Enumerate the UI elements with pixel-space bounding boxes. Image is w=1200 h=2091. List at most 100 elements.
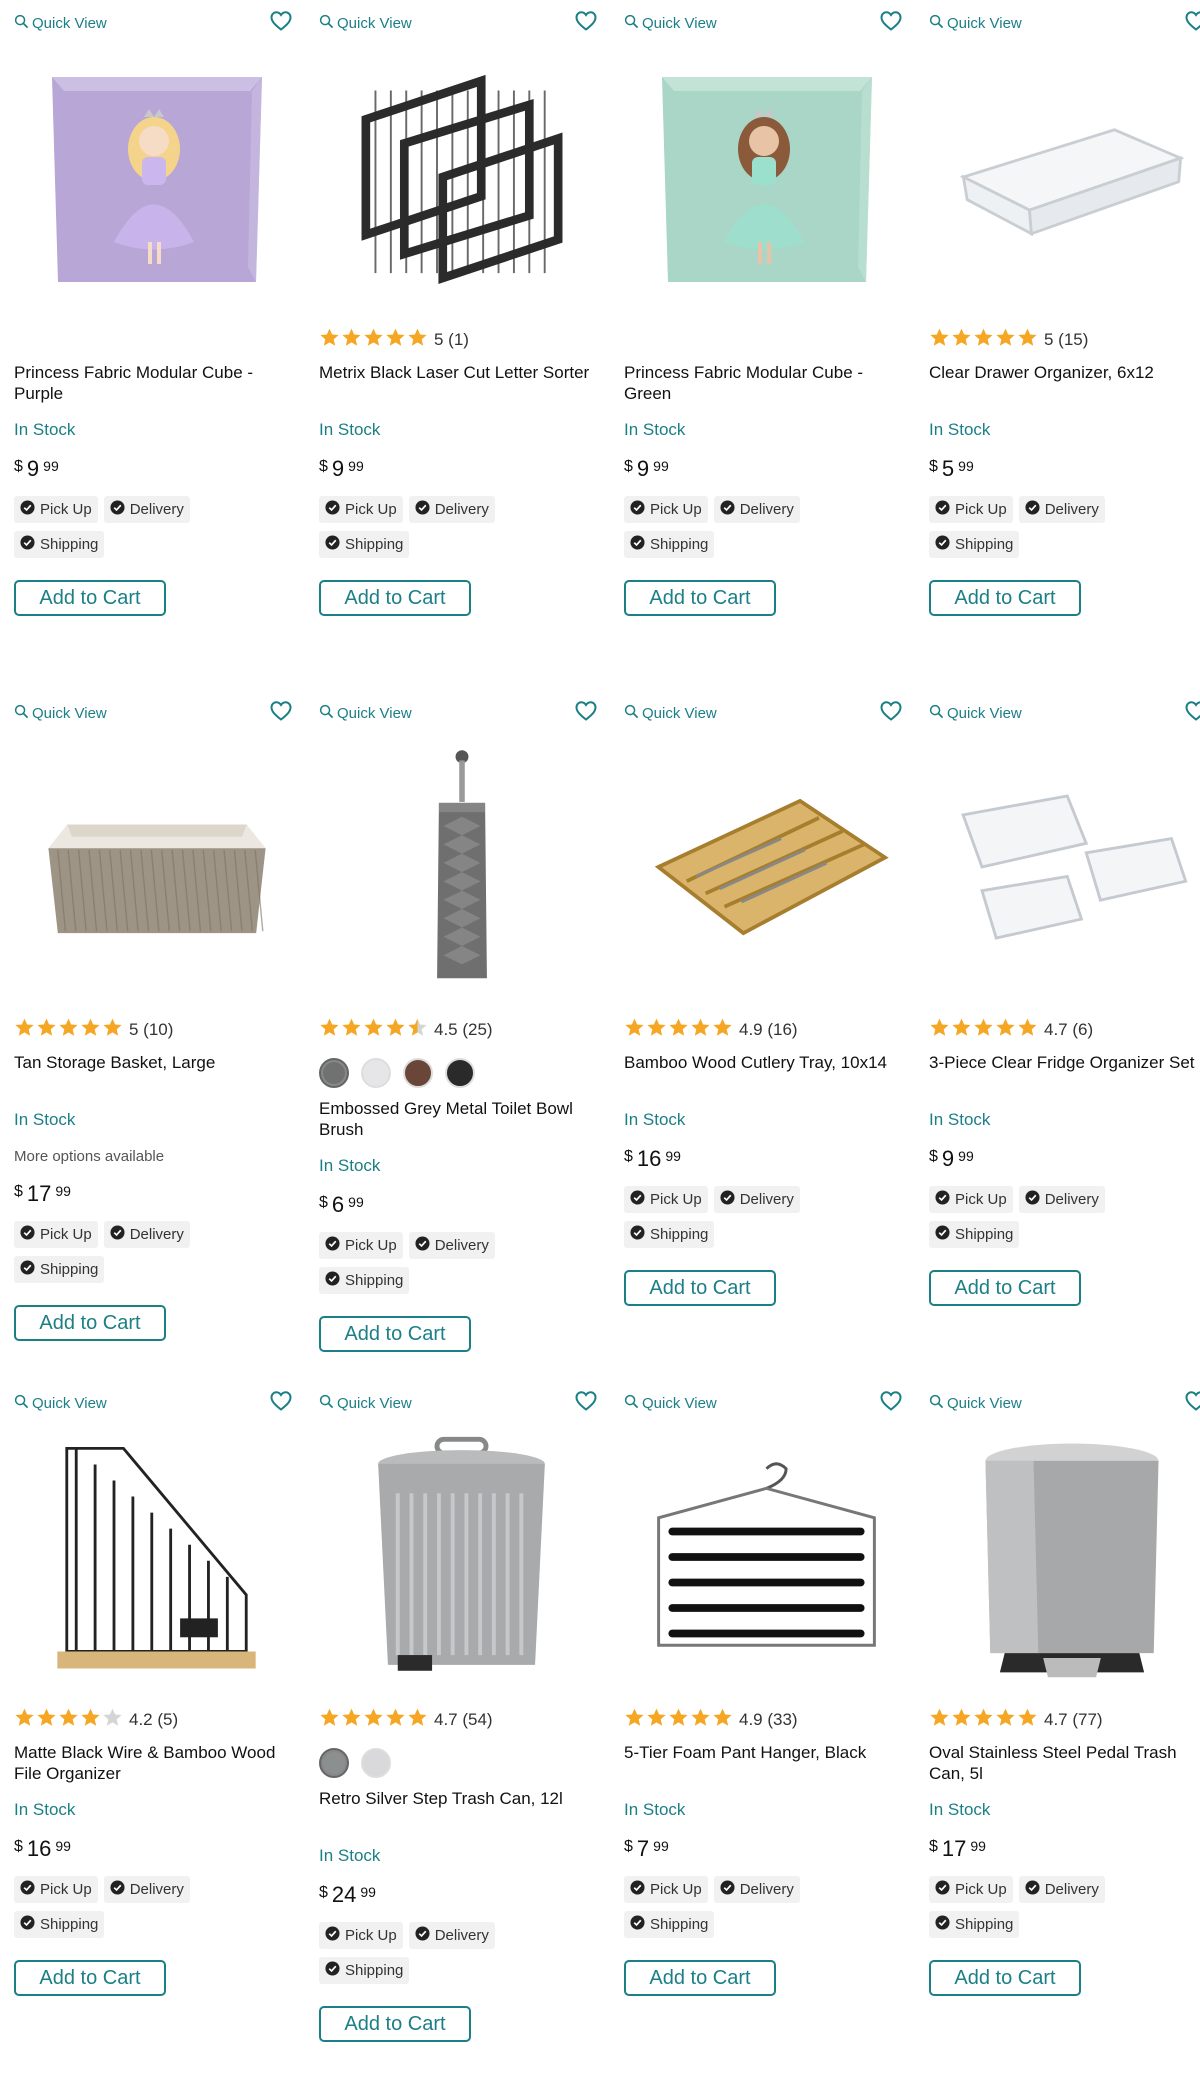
add-to-cart-button[interactable]: Add to Cart <box>319 1316 471 1352</box>
price-currency: $ <box>319 1884 328 1901</box>
shipping-badge: Shipping <box>929 1911 1020 1938</box>
product-title[interactable]: Bamboo Wood Cutlery Tray, 10x14 <box>624 1052 909 1094</box>
color-swatch[interactable] <box>361 1058 391 1088</box>
price-cents: 99 <box>360 1884 376 1900</box>
quick-view-link[interactable]: Quick View <box>624 1394 717 1413</box>
wishlist-heart-icon[interactable] <box>879 9 909 38</box>
delivery-badge-label: Delivery <box>434 501 489 518</box>
check-circle-icon <box>20 1880 35 1899</box>
shipping-badge-label: Shipping <box>650 1226 709 1243</box>
rating: 4.7 (77) <box>929 1706 1200 1734</box>
price-cents: 99 <box>348 458 364 474</box>
add-to-cart-button[interactable]: Add to Cart <box>929 1270 1081 1306</box>
color-swatch[interactable] <box>403 1058 433 1088</box>
price-dollars: 5 <box>941 456 955 481</box>
clear-drawer-organizer-image[interactable] <box>929 42 1200 312</box>
wishlist-heart-icon[interactable] <box>879 1389 909 1418</box>
product-title[interactable]: Matte Black Wire & Bamboo Wood File Orga… <box>14 1742 299 1784</box>
purple-princess-cube-image[interactable] <box>14 42 299 312</box>
file-organizer-image[interactable] <box>14 1422 299 1692</box>
search-icon <box>624 14 639 33</box>
star-icon <box>363 327 384 353</box>
step-trash-can-image[interactable] <box>319 1422 604 1692</box>
star-rating <box>929 1017 1038 1043</box>
add-to-cart-button[interactable]: Add to Cart <box>14 580 166 616</box>
pickup-badge-label: Pick Up <box>345 501 397 518</box>
product-title[interactable]: Metrix Black Laser Cut Letter Sorter <box>319 362 604 404</box>
wishlist-heart-icon[interactable] <box>269 1389 299 1418</box>
star-icon <box>319 1017 340 1043</box>
pedal-trash-can-image[interactable] <box>929 1422 1200 1692</box>
wishlist-heart-icon[interactable] <box>1184 9 1200 38</box>
star-rating <box>14 1707 123 1733</box>
wishlist-heart-icon[interactable] <box>574 9 604 38</box>
quick-view-link[interactable]: Quick View <box>319 704 412 723</box>
product-title[interactable]: 3-Piece Clear Fridge Organizer Set <box>929 1052 1200 1094</box>
letter-sorter-image[interactable] <box>319 42 604 312</box>
pant-hanger-image[interactable] <box>624 1422 909 1692</box>
quick-view-link[interactable]: Quick View <box>929 14 1022 33</box>
product-title[interactable]: Princess Fabric Modular Cube - Green <box>624 362 909 404</box>
add-to-cart-button[interactable]: Add to Cart <box>929 1960 1081 1996</box>
fridge-organizer-image[interactable] <box>929 732 1200 1002</box>
green-princess-cube-image[interactable] <box>624 42 909 312</box>
add-to-cart-button[interactable]: Add to Cart <box>624 1270 776 1306</box>
product-title[interactable]: Princess Fabric Modular Cube - Purple <box>14 362 299 404</box>
product-title[interactable]: 5-Tier Foam Pant Hanger, Black <box>624 1742 909 1784</box>
add-to-cart-button[interactable]: Add to Cart <box>14 1960 166 1996</box>
add-to-cart-button[interactable]: Add to Cart <box>14 1305 166 1341</box>
price: $9 99 <box>624 456 909 482</box>
add-to-cart-button[interactable]: Add to Cart <box>624 580 776 616</box>
quick-view-link[interactable]: Quick View <box>319 1394 412 1413</box>
wishlist-heart-icon[interactable] <box>269 9 299 38</box>
star-rating <box>14 1017 123 1043</box>
quick-view-link[interactable]: Quick View <box>624 14 717 33</box>
toilet-brush-image[interactable] <box>319 732 604 1002</box>
color-swatch[interactable] <box>445 1058 475 1088</box>
star-icon <box>951 1017 972 1043</box>
wishlist-heart-icon[interactable] <box>574 1389 604 1418</box>
product-title[interactable]: Tan Storage Basket, Large <box>14 1052 299 1094</box>
stock-status: In Stock <box>929 1800 991 1819</box>
product-title[interactable]: Oval Stainless Steel Pedal Trash Can, 5l <box>929 1742 1200 1784</box>
add-to-cart-button[interactable]: Add to Cart <box>929 580 1081 616</box>
add-to-cart-button[interactable]: Add to Cart <box>624 1960 776 1996</box>
pickup-badge: Pick Up <box>929 496 1013 523</box>
wishlist-heart-icon[interactable] <box>1184 1389 1200 1418</box>
star-icon <box>319 327 340 353</box>
stock-status: In Stock <box>624 1800 686 1819</box>
cutlery-tray-image[interactable] <box>624 732 909 1002</box>
shipping-badge: Shipping <box>319 1267 410 1294</box>
product-title[interactable]: Embossed Grey Metal Toilet Bowl Brush <box>319 1098 604 1140</box>
price-dollars: 9 <box>26 456 40 481</box>
quick-view-link[interactable]: Quick View <box>624 704 717 723</box>
rating: 4.2 (5) <box>14 1706 299 1734</box>
product-title[interactable]: Retro Silver Step Trash Can, 12l <box>319 1788 604 1830</box>
card-topbar: Quick View <box>624 0 909 42</box>
quick-view-link[interactable]: Quick View <box>14 14 107 33</box>
star-icon <box>102 1017 123 1043</box>
wishlist-heart-icon[interactable] <box>879 699 909 728</box>
color-swatch[interactable] <box>319 1058 349 1088</box>
product-title[interactable]: Clear Drawer Organizer, 6x12 <box>929 362 1200 404</box>
price-cents: 99 <box>55 1838 71 1854</box>
price: $17 99 <box>14 1181 299 1207</box>
product-grid: Quick View Princess Fabric Modular Cube … <box>0 0 1200 2091</box>
add-to-cart-button[interactable]: Add to Cart <box>319 2006 471 2042</box>
wishlist-heart-icon[interactable] <box>1184 699 1200 728</box>
add-to-cart-button[interactable]: Add to Cart <box>319 580 471 616</box>
quick-view-link[interactable]: Quick View <box>929 704 1022 723</box>
check-circle-icon <box>630 535 645 554</box>
price-dollars: 9 <box>941 1146 955 1171</box>
wishlist-heart-icon[interactable] <box>269 699 299 728</box>
price: $5 99 <box>929 456 1200 482</box>
storage-basket-image[interactable] <box>14 732 299 1002</box>
wishlist-heart-icon[interactable] <box>574 699 604 728</box>
check-circle-icon <box>415 500 430 519</box>
color-swatch[interactable] <box>319 1748 349 1778</box>
quick-view-link[interactable]: Quick View <box>319 14 412 33</box>
quick-view-link[interactable]: Quick View <box>929 1394 1022 1413</box>
quick-view-link[interactable]: Quick View <box>14 1394 107 1413</box>
color-swatch[interactable] <box>361 1748 391 1778</box>
quick-view-link[interactable]: Quick View <box>14 704 107 723</box>
